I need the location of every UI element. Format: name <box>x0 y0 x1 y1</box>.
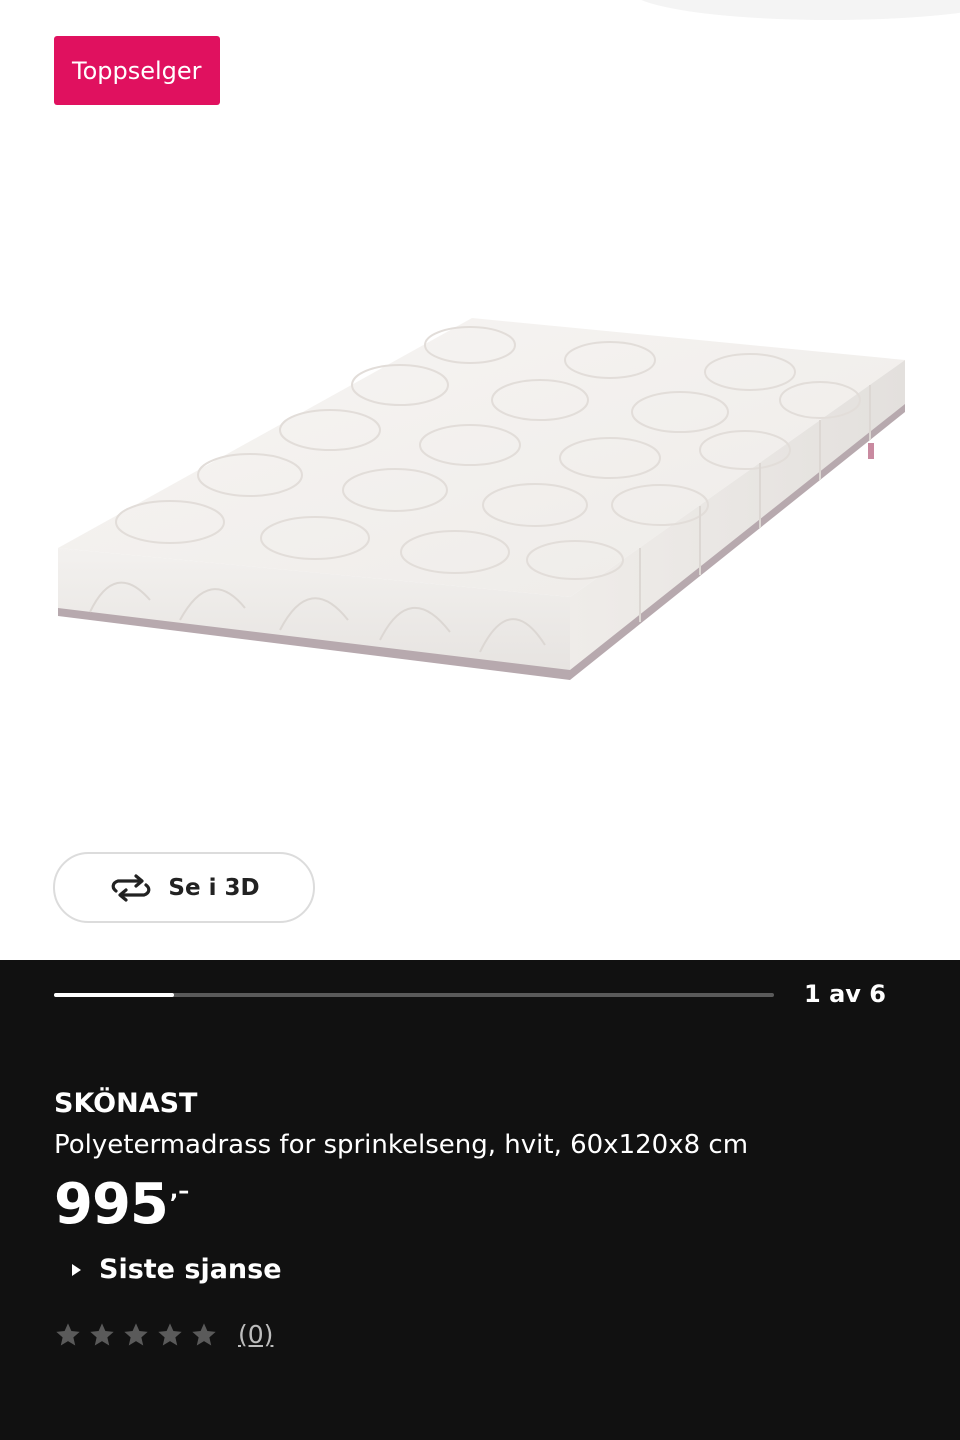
bestseller-badge-label: Toppselger <box>72 56 202 85</box>
product-image-gallery[interactable]: Toppselger Se i 3D <box>0 0 960 960</box>
gallery-counter: 1 av 6 <box>804 980 886 1008</box>
gallery-progress-bar <box>54 993 774 997</box>
star-icon <box>90 1322 114 1345</box>
last-chance-label: Siste sjanse <box>99 1254 282 1285</box>
mattress-image <box>58 0 960 680</box>
product-name: SKÖNAST <box>54 1088 198 1119</box>
view-in-3d-label: Se i 3D <box>168 874 260 901</box>
rotate-3d-icon <box>112 873 151 902</box>
star-icon <box>158 1322 182 1345</box>
view-in-3d-button[interactable]: Se i 3D <box>53 852 315 923</box>
star-icon <box>124 1322 148 1345</box>
product-info-panel: 1 av 6 SKÖNAST Polyetermadrass for sprin… <box>0 960 960 1440</box>
price-integer: 995 <box>54 1172 169 1237</box>
caret-right-icon <box>72 1263 81 1276</box>
star-icon <box>56 1322 80 1345</box>
rating-stars <box>54 1321 218 1349</box>
star-icon <box>192 1322 216 1345</box>
price-suffix: ,– <box>169 1179 190 1204</box>
review-count-link[interactable]: (0) <box>238 1320 273 1349</box>
product-description: Polyetermadrass for sprinkelseng, hvit, … <box>54 1130 749 1160</box>
bestseller-badge: Toppselger <box>54 36 220 105</box>
gallery-progress-fill <box>54 993 174 997</box>
product-rating[interactable]: (0) <box>54 1320 273 1349</box>
last-chance-indicator[interactable]: Siste sjanse <box>72 1254 282 1285</box>
product-price: 995 ,– <box>54 1170 189 1240</box>
